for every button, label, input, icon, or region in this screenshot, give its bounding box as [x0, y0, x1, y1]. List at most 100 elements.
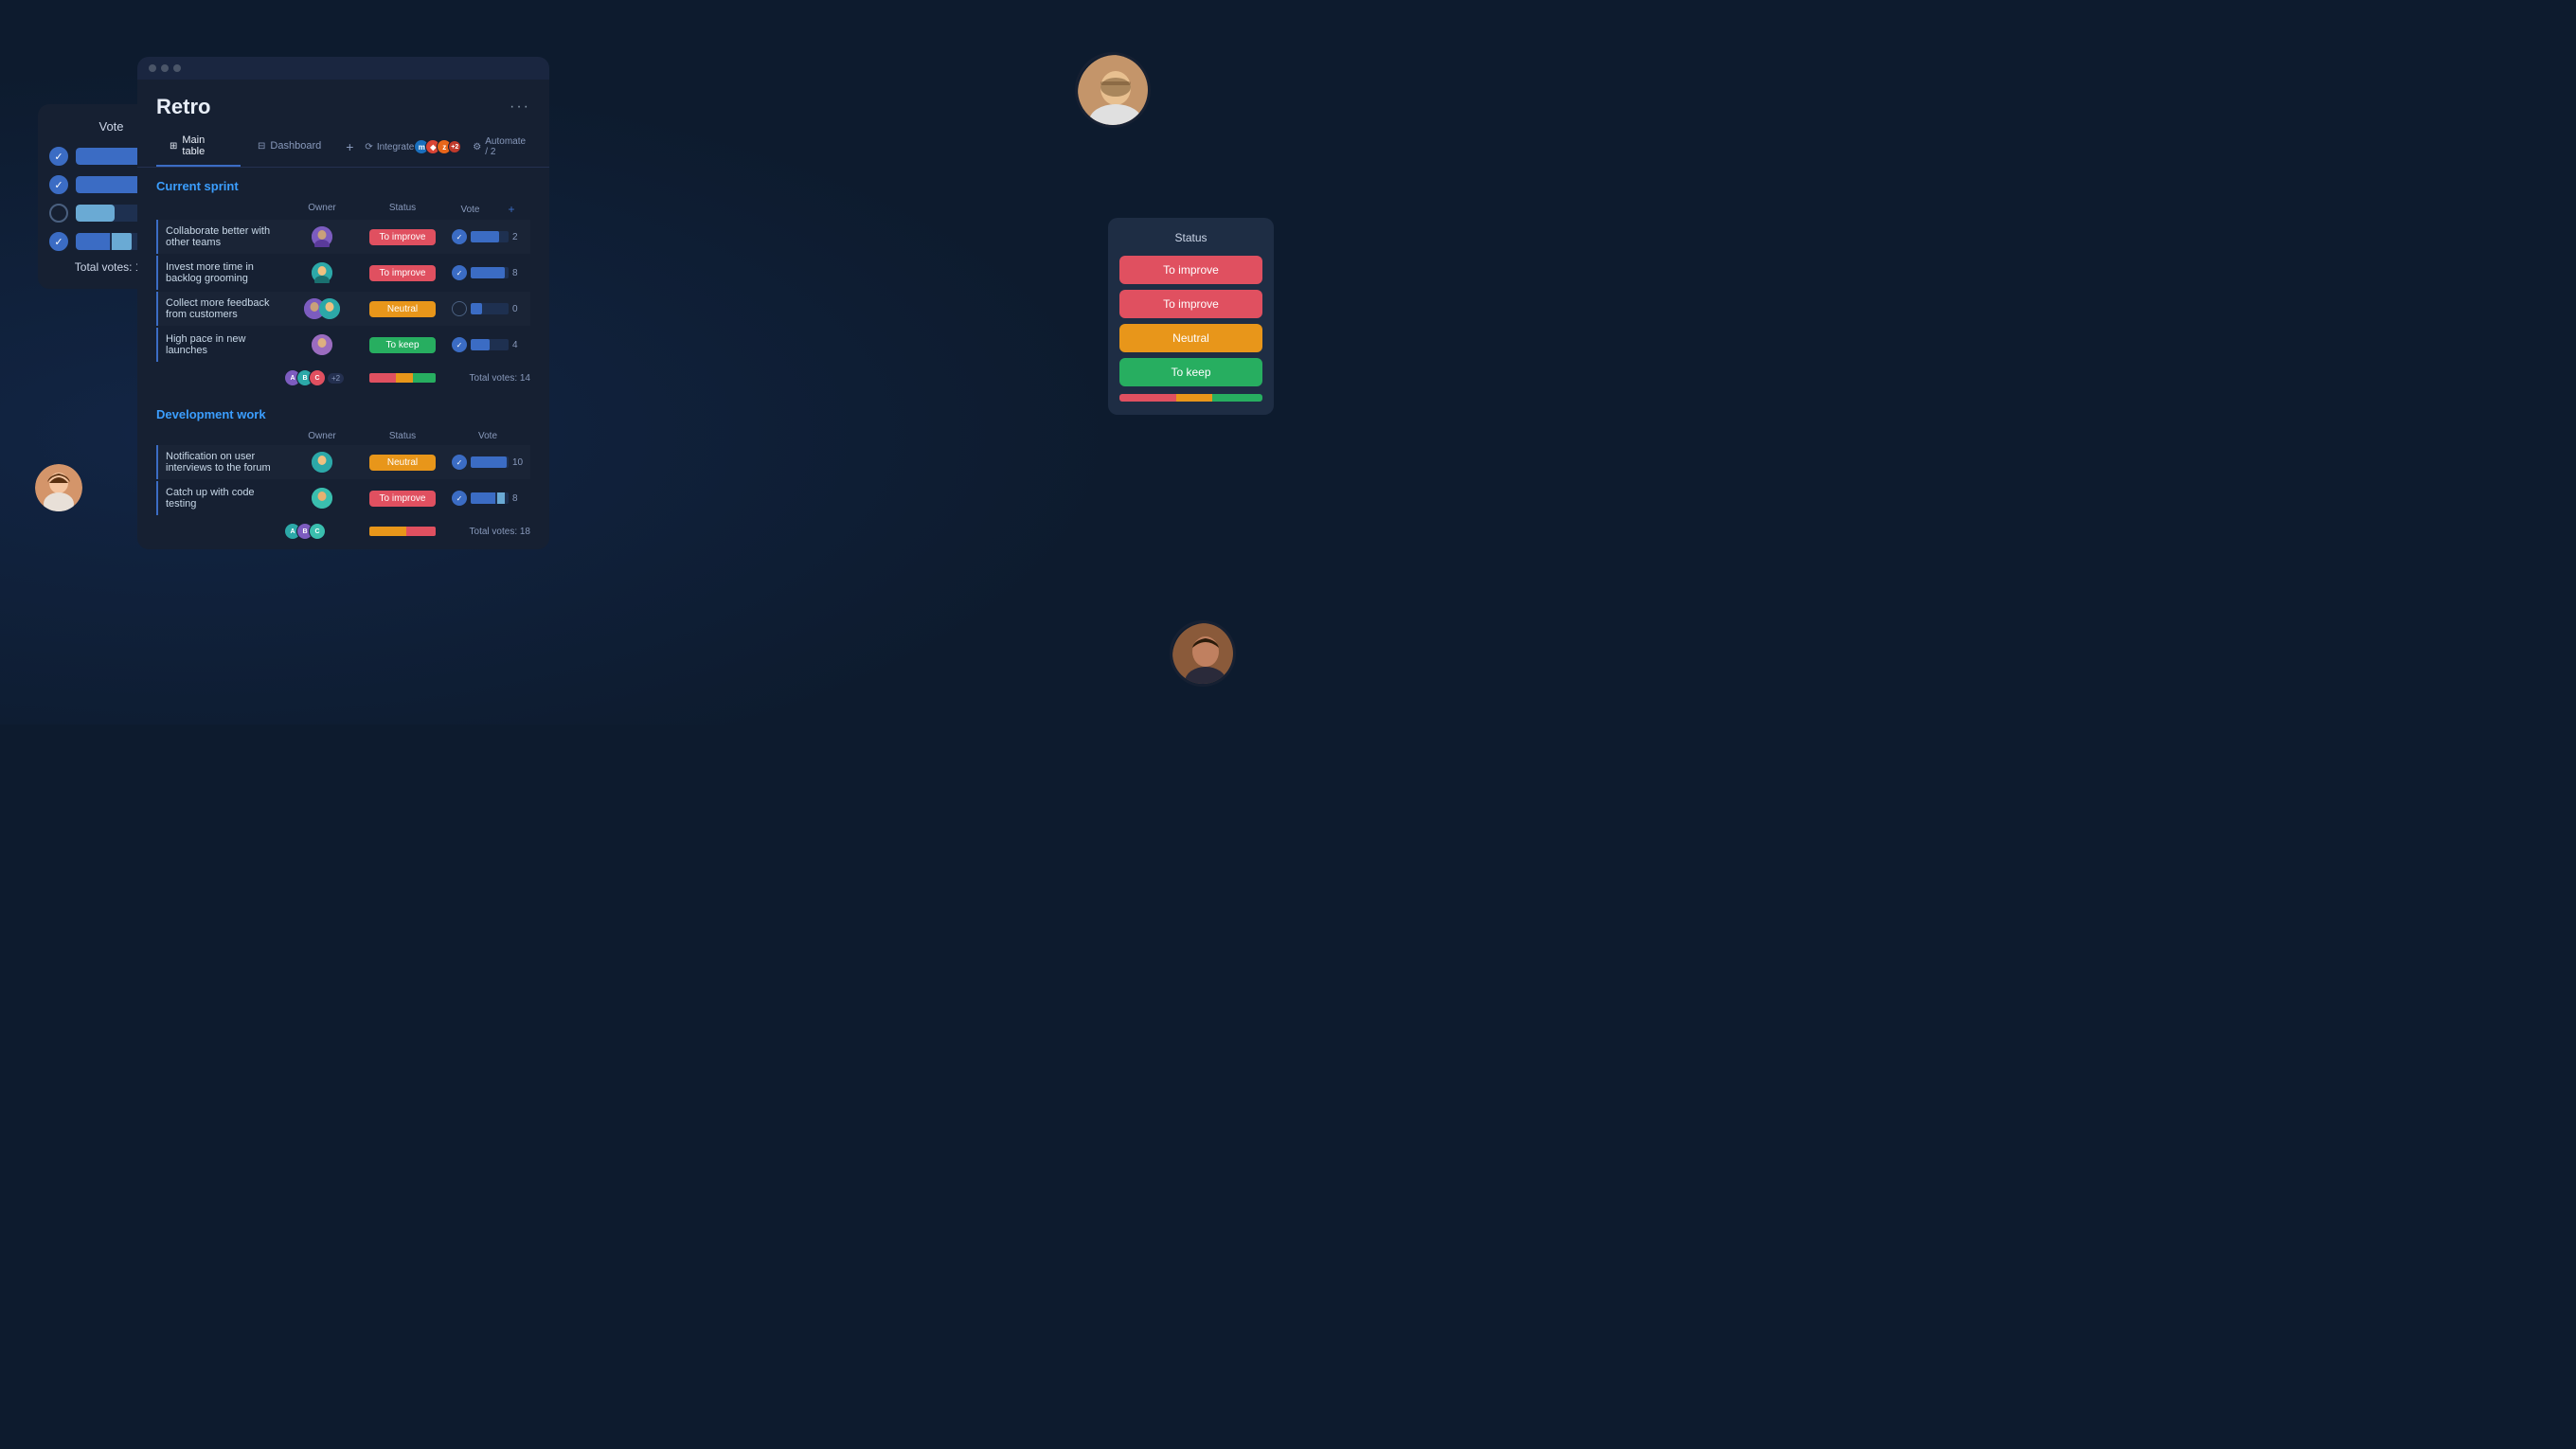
sprint-total-votes: Total votes: 14	[445, 373, 530, 384]
avatar-woman	[35, 464, 82, 511]
user-avatar-top	[1075, 52, 1151, 128]
integration-icons: m ◆ z +2	[418, 139, 461, 154]
dev-task-1: Notification on user interviews to the f…	[166, 451, 284, 474]
status-badge-3[interactable]: Neutral	[369, 301, 436, 317]
tabs-right: ⟳ Integrate m ◆ z +2 ⚙ Automate / 2	[365, 136, 530, 157]
table-icon: ⊞	[170, 141, 177, 152]
total-status-bar-dev	[369, 527, 436, 536]
integrate-icon: ⟳	[365, 142, 372, 152]
vote-checkbox-2[interactable]: ✓	[49, 175, 68, 194]
vote-count-1: 2	[512, 232, 524, 242]
dashboard-icon: ⊟	[258, 141, 265, 152]
vote-cell-4: ✓ 4	[445, 337, 530, 352]
add-col-button[interactable]: +	[509, 203, 515, 216]
dev-vote-bar-2	[471, 492, 509, 504]
dev-vote-1: ✓ 10	[445, 455, 530, 470]
dev-col-vote: Vote	[445, 431, 530, 441]
vote-cell-3: 0	[445, 301, 530, 316]
dev-vote-count-1: 10	[512, 457, 524, 468]
automate-icon: ⚙	[473, 142, 481, 152]
window-title: Retro	[156, 95, 210, 119]
window-content: Retro ··· ⊞ Main table ⊟ Dashboard + ⟳ I…	[137, 80, 549, 549]
vote-mini-bar-3	[471, 303, 509, 314]
window-menu-dots[interactable]: ···	[510, 98, 530, 116]
vote-checkbox-4[interactable]: ✓	[49, 232, 68, 251]
vote-bar-fill-2	[76, 176, 144, 193]
dev-owner-2	[284, 488, 360, 509]
status-cell-2: To improve	[360, 265, 445, 281]
table-row: Notification on user interviews to the f…	[156, 445, 530, 479]
dev-vote-check-2[interactable]: ✓	[452, 491, 467, 506]
vote-check-3[interactable]	[452, 301, 467, 316]
owner-avatar-4	[312, 334, 332, 355]
dev-work-title: Development work	[156, 407, 530, 421]
dev-status-badge-1[interactable]: Neutral	[369, 455, 436, 471]
dev-total-avatars: A B C	[284, 523, 360, 540]
status-option-4[interactable]: To keep	[1119, 358, 1262, 386]
vote-check-2[interactable]: ✓	[452, 265, 467, 280]
dev-col-task	[156, 431, 284, 441]
tab-main-table[interactable]: ⊞ Main table	[156, 127, 241, 167]
vote-checkbox-3[interactable]	[49, 204, 68, 223]
titlebar-dot-3	[173, 64, 181, 72]
dev-owner-avatar-2	[312, 488, 332, 509]
tab-dashboard[interactable]: ⊟ Dashboard	[244, 133, 334, 161]
titlebar-dot-1	[149, 64, 156, 72]
automate-button[interactable]: ⚙ Automate / 2	[473, 136, 530, 157]
dev-work-section: Development work Owner Status Vote Notif…	[137, 396, 549, 549]
dev-col-owner: Owner	[284, 431, 360, 441]
integrate-button[interactable]: ⟳ Integrate m ◆ z +2	[365, 139, 461, 154]
task-name-3: Collect more feedback from customers	[166, 297, 284, 320]
table-row: Invest more time in backlog grooming To …	[156, 256, 530, 290]
vote-cell-2: ✓ 8	[445, 265, 530, 280]
status-cell-3: Neutral	[360, 301, 445, 317]
owner-cell-2	[284, 262, 360, 283]
table-row: High pace in new launches To keep ✓ 4	[156, 328, 530, 362]
current-sprint-section: Current sprint Owner Status Vote + Colla…	[137, 168, 549, 396]
sprint-total-avatars: A B C +2	[284, 369, 360, 386]
table-row: Collaborate better with other teams To i…	[156, 220, 530, 254]
status-option-2[interactable]: To improve	[1119, 290, 1262, 318]
check-icon-4: ✓	[54, 236, 63, 248]
status-cell-1: To improve	[360, 229, 445, 245]
vote-count-3: 0	[512, 304, 524, 314]
dev-total-av3: C	[309, 523, 326, 540]
tab-main-table-label: Main table	[182, 134, 227, 157]
tab-add-button[interactable]: +	[338, 135, 361, 158]
vote-mini-bar-1	[471, 231, 509, 242]
current-sprint-title: Current sprint	[156, 179, 530, 193]
dev-vote-count-2: 8	[512, 493, 524, 504]
tabs-bar: ⊞ Main table ⊟ Dashboard + ⟳ Integrate m…	[137, 127, 549, 168]
status-option-3[interactable]: Neutral	[1119, 324, 1262, 352]
status-panel-title: Status	[1119, 231, 1262, 244]
status-option-1[interactable]: To improve	[1119, 256, 1262, 284]
dev-total-row: A B C Total votes: 18	[156, 517, 530, 546]
owner-avatar-3b	[319, 298, 340, 319]
dev-total-status-bar	[360, 527, 445, 536]
titlebar-dot-2	[161, 64, 169, 72]
vote-count-2: 8	[512, 268, 524, 278]
status-badge-4[interactable]: To keep	[369, 337, 436, 353]
col-status: Status	[360, 203, 445, 216]
dev-status-2: To improve	[360, 491, 445, 507]
dev-status-badge-2[interactable]: To improve	[369, 491, 436, 507]
status-badge-2[interactable]: To improve	[369, 265, 436, 281]
vote-checkbox-1[interactable]: ✓	[49, 147, 68, 166]
vote-check-1[interactable]: ✓	[452, 229, 467, 244]
vote-cell-1: ✓ 2	[445, 229, 530, 244]
col-vote: Vote +	[445, 203, 530, 216]
automate-label: Automate / 2	[485, 136, 530, 157]
total-status-bar-sprint	[369, 373, 436, 383]
integrate-label: Integrate	[377, 142, 414, 152]
sprint-total-row: A B C +2 Total votes: 14	[156, 364, 530, 392]
table-header-dev: Owner Status Vote	[156, 431, 530, 445]
vote-bar-fill-3	[76, 205, 115, 222]
task-name-2: Invest more time in backlog grooming	[166, 261, 284, 284]
status-badge-1[interactable]: To improve	[369, 229, 436, 245]
owner-avatar-1	[312, 226, 332, 247]
vote-check-4[interactable]: ✓	[452, 337, 467, 352]
dev-owner-1	[284, 452, 360, 473]
dev-col-status: Status	[360, 431, 445, 441]
dev-vote-check-1[interactable]: ✓	[452, 455, 467, 470]
dev-total-votes: Total votes: 18	[445, 527, 530, 537]
